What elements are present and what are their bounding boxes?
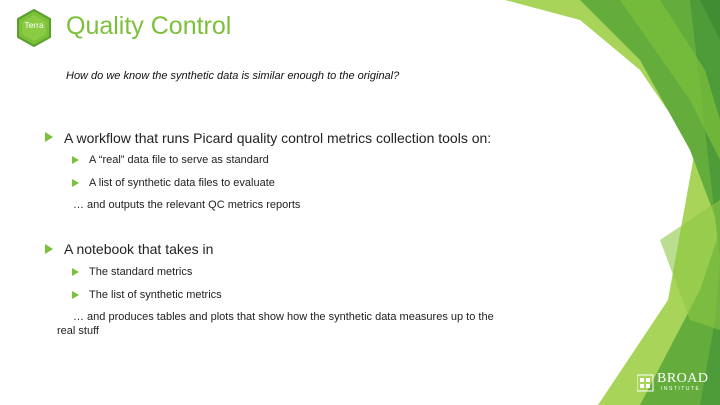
terra-logo-text: Terra xyxy=(24,20,44,30)
sub-bullet-arrow-icon xyxy=(72,179,79,187)
broad-logo-text: BROAD xyxy=(657,371,709,386)
bullet-arrow-icon xyxy=(45,132,53,142)
continuation-text-line-2: real stuff xyxy=(57,325,99,337)
sub-bullet-synthetic-metrics: The list of synthetic metrics xyxy=(89,289,222,301)
sub-bullet-real-file: A “real” data file to serve as standard xyxy=(89,154,269,166)
bullet-arrow-icon xyxy=(45,244,53,254)
slide-title: Quality Control xyxy=(66,12,232,40)
sub-bullet-synthetic-list: A list of synthetic data files to evalua… xyxy=(89,177,275,189)
sub-bullet-standard-metrics: The standard metrics xyxy=(89,266,193,278)
bullet-workflow: A workflow that runs Picard quality cont… xyxy=(64,130,492,146)
sub-bullet-arrow-icon xyxy=(72,268,79,276)
slide: Terra Quality Control How do we know the… xyxy=(0,0,720,405)
slide-subtitle: How do we know the synthetic data is sim… xyxy=(66,70,400,82)
sub-bullet-arrow-icon xyxy=(72,156,79,164)
bullet-notebook: A notebook that takes in xyxy=(64,241,214,257)
continuation-text: … and outputs the relevant QC metrics re… xyxy=(73,199,301,211)
sub-bullet-arrow-icon xyxy=(72,291,79,299)
broad-logo-subtext: INSTITUTE xyxy=(661,386,701,392)
continuation-text-line-1: … and produces tables and plots that sho… xyxy=(73,311,494,323)
